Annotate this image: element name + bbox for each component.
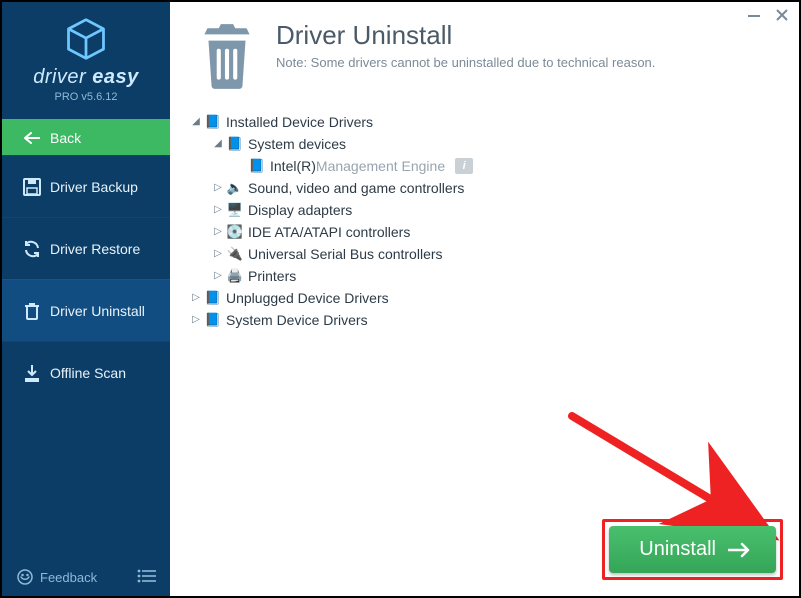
nav-driver-restore[interactable]: Driver Restore xyxy=(2,217,170,279)
nav-offline-scan[interactable]: Offline Scan xyxy=(2,341,170,403)
tree-system-drivers[interactable]: ▷ 📘 System Device Drivers xyxy=(190,309,779,331)
tree-intel-dim: Management Engine xyxy=(316,155,445,177)
tree-item-intel-me[interactable]: 📘 Intel(R) Management Engine i xyxy=(190,155,779,177)
tree-sound-label: Sound, video and game controllers xyxy=(248,177,464,199)
page-title: Driver Uninstall xyxy=(276,20,655,51)
speaker-icon: 🔈 xyxy=(226,177,244,199)
info-icon[interactable]: i xyxy=(455,158,473,174)
floppy-icon xyxy=(18,177,46,197)
drivers-icon: 📘 xyxy=(204,287,222,309)
arrow-left-icon xyxy=(18,132,46,144)
expander-closed-icon[interactable]: ▷ xyxy=(212,265,224,287)
drivers-icon: 📘 xyxy=(226,133,244,155)
chip-icon: 📘 xyxy=(248,155,266,177)
brand-name: driver easy xyxy=(2,66,170,89)
tree-display-label: Display adapters xyxy=(248,199,352,221)
nav-offline-label: Offline Scan xyxy=(50,365,126,381)
tree-display[interactable]: ▷ 🖥️ Display adapters xyxy=(190,199,779,221)
refresh-icon xyxy=(18,239,46,259)
version-label: PRO v5.6.12 xyxy=(2,91,170,103)
expander-closed-icon[interactable]: ▷ xyxy=(212,243,224,265)
disk-icon: 💽 xyxy=(226,221,244,243)
tree-intel-prefix: Intel(R) xyxy=(270,155,316,177)
download-icon xyxy=(18,363,46,383)
tree-ide[interactable]: ▷ 💽 IDE ATA/ATAPI controllers xyxy=(190,221,779,243)
tree-usb-label: Universal Serial Bus controllers xyxy=(248,243,443,265)
tree-printers-label: Printers xyxy=(248,265,296,287)
nav-back-label: Back xyxy=(50,130,81,146)
nav-driver-backup[interactable]: Driver Backup xyxy=(2,155,170,217)
nav-uninstall-label: Driver Uninstall xyxy=(50,303,145,319)
usb-icon: 🔌 xyxy=(226,243,244,265)
drivers-icon: 📘 xyxy=(204,309,222,331)
tree-system-devices-label: System devices xyxy=(248,133,346,155)
tree-sysdrv-label: System Device Drivers xyxy=(226,309,368,331)
tree-ide-label: IDE ATA/ATAPI controllers xyxy=(248,221,410,243)
monitor-icon: 🖥️ xyxy=(226,199,244,221)
tree-printers[interactable]: ▷ 🖨️ Printers xyxy=(190,265,779,287)
expander-closed-icon[interactable]: ▷ xyxy=(212,177,224,199)
nav-driver-uninstall[interactable]: Driver Uninstall xyxy=(2,279,170,341)
expander-closed-icon[interactable]: ▷ xyxy=(212,199,224,221)
expander-closed-icon[interactable]: ▷ xyxy=(190,287,202,309)
nav-restore-label: Driver Restore xyxy=(50,241,140,257)
feedback-button[interactable]: Feedback xyxy=(16,568,97,586)
close-button[interactable] xyxy=(775,8,789,27)
page-subtitle: Note: Some drivers cannot be uninstalled… xyxy=(276,55,655,70)
sidebar-nav: Back Driver Backup Driver Restore Driver… xyxy=(2,119,170,403)
minimize-button[interactable] xyxy=(747,8,761,27)
trash-icon xyxy=(18,301,46,321)
arrow-right-icon xyxy=(728,542,752,558)
uninstall-highlight: Uninstall xyxy=(602,519,783,580)
more-menu-icon[interactable] xyxy=(136,569,156,586)
main-panel: Driver Uninstall Note: Some drivers cann… xyxy=(170,2,799,596)
tree-unplugged-label: Unplugged Device Drivers xyxy=(226,287,389,309)
expander-closed-icon[interactable]: ▷ xyxy=(212,221,224,243)
device-tree: ◢ 📘 Installed Device Drivers ◢ 📘 System … xyxy=(170,107,799,351)
uninstall-button[interactable]: Uninstall xyxy=(609,526,776,573)
brand-block: driver easy PRO v5.6.12 xyxy=(2,2,170,113)
nav-back[interactable]: Back xyxy=(2,119,170,155)
tree-unplugged[interactable]: ▷ 📘 Unplugged Device Drivers xyxy=(190,287,779,309)
expander-open-icon[interactable]: ◢ xyxy=(190,111,202,133)
printer-icon: 🖨️ xyxy=(226,265,244,287)
drivers-icon: 📘 xyxy=(204,111,222,133)
tree-system-devices[interactable]: ◢ 📘 System devices xyxy=(190,133,779,155)
tree-sound[interactable]: ▷ 🔈 Sound, video and game controllers xyxy=(190,177,779,199)
tree-root-label: Installed Device Drivers xyxy=(226,111,373,133)
tree-root[interactable]: ◢ 📘 Installed Device Drivers xyxy=(190,111,779,133)
logo-icon xyxy=(63,16,109,62)
sidebar: driver easy PRO v5.6.12 Back Driver Back… xyxy=(2,2,170,596)
sidebar-footer: Feedback xyxy=(2,568,170,586)
nav-backup-label: Driver Backup xyxy=(50,179,138,195)
uninstall-button-label: Uninstall xyxy=(639,538,716,561)
window-controls xyxy=(747,8,789,27)
expander-closed-icon[interactable]: ▷ xyxy=(190,309,202,331)
header-trash-icon xyxy=(196,20,258,95)
expander-open-icon[interactable]: ◢ xyxy=(212,133,224,155)
tree-usb[interactable]: ▷ 🔌 Universal Serial Bus controllers xyxy=(190,243,779,265)
page-header: Driver Uninstall Note: Some drivers cann… xyxy=(170,2,799,107)
feedback-label: Feedback xyxy=(40,570,97,585)
